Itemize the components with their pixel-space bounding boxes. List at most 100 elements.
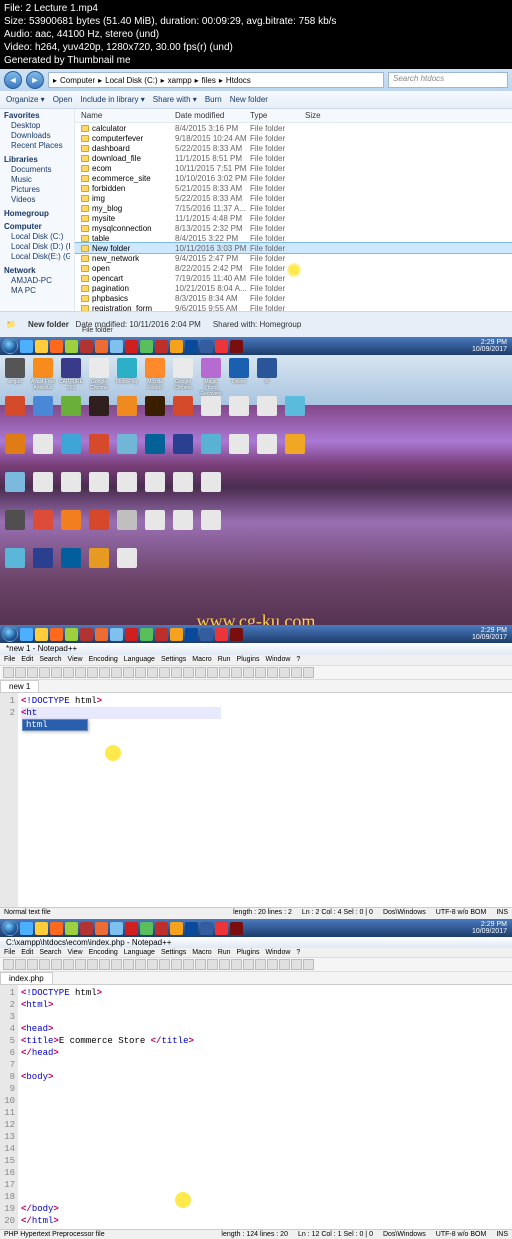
toolbar-button[interactable] — [243, 667, 254, 678]
desktop-icon[interactable]: W — [254, 358, 280, 396]
menu-item[interactable]: Run — [218, 656, 231, 664]
toolbar[interactable] — [0, 666, 512, 680]
sidebar-item[interactable]: Documents — [4, 165, 70, 175]
desktop-icon[interactable] — [58, 510, 84, 548]
toolbar-button[interactable] — [39, 959, 50, 970]
toolbar-button[interactable] — [123, 959, 134, 970]
taskbar-icon[interactable] — [185, 340, 198, 353]
sidebar-item[interactable]: Local Disk (D:) (F:) — [4, 242, 70, 252]
taskbar-icon[interactable] — [155, 628, 168, 641]
menu-item[interactable]: Encoding — [89, 656, 118, 664]
desktop-icon[interactable] — [30, 434, 56, 472]
desktop-icon[interactable]: Google Chrome — [86, 358, 112, 396]
table-row[interactable]: table8/4/2015 3:22 PMFile folder — [75, 233, 512, 243]
menu-item[interactable]: Encoding — [89, 949, 118, 956]
start-orb[interactable] — [2, 920, 18, 936]
toolbar-button[interactable] — [135, 667, 146, 678]
taskbar-icon[interactable] — [20, 340, 33, 353]
toolbar-button[interactable] — [51, 959, 62, 970]
toolbar-button[interactable] — [75, 667, 86, 678]
taskbar-icon[interactable] — [65, 340, 78, 353]
breadcrumb[interactable]: ▸ Computer ▸ Local Disk (C:) ▸ xampp ▸ f… — [48, 72, 384, 88]
table-row[interactable]: ecom10/11/2015 7:51 PMFile folder — [75, 163, 512, 173]
desktop-icon[interactable]: MoboPlay — [114, 358, 140, 396]
sidebar-item[interactable]: Pictures — [4, 185, 70, 195]
toolbar-button[interactable] — [207, 667, 218, 678]
taskbar-icon[interactable] — [95, 922, 108, 935]
desktop-icon[interactable] — [142, 510, 168, 548]
taskbar-icon[interactable] — [215, 922, 228, 935]
toolbar-button[interactable] — [147, 667, 158, 678]
desktop-icon[interactable]: Online — [226, 358, 252, 396]
menubar[interactable]: FileEditSearchViewEncodingLanguageSettin… — [0, 655, 512, 666]
desktop-icon[interactable] — [2, 396, 28, 434]
menu-item[interactable]: ? — [296, 949, 300, 956]
table-row[interactable]: phpbasics8/3/2015 8:34 AMFile folder — [75, 293, 512, 303]
toolbar-button[interactable] — [159, 667, 170, 678]
table-row[interactable]: download_file11/1/2015 8:51 PMFile folde… — [75, 153, 512, 163]
toolbar-button[interactable] — [87, 959, 98, 970]
column-header[interactable]: Date modified — [175, 111, 250, 120]
table-row[interactable]: pagination10/21/2015 8:04 A...File folde… — [75, 283, 512, 293]
menu-item[interactable]: Run — [218, 949, 231, 956]
table-row[interactable]: img5/22/2015 8:33 AMFile folder — [75, 193, 512, 203]
menu-item[interactable]: Settings — [161, 949, 186, 956]
desktop-icon[interactable] — [198, 472, 224, 510]
toolbar-button[interactable] — [3, 959, 14, 970]
toolbar-button[interactable] — [27, 959, 38, 970]
start-orb[interactable] — [2, 626, 18, 642]
taskbar-icon[interactable] — [230, 340, 243, 353]
toolbar-button[interactable] — [279, 667, 290, 678]
toolbar-button[interactable] — [195, 667, 206, 678]
toolbar-button[interactable] — [171, 667, 182, 678]
taskbar-icon[interactable] — [155, 340, 168, 353]
menu-item[interactable]: Plugins — [237, 656, 260, 664]
sidebar-item[interactable]: Local Disk (C:) — [4, 232, 70, 242]
desktop-icon[interactable] — [282, 358, 308, 396]
taskbar-icon[interactable] — [80, 628, 93, 641]
sidebar-item[interactable]: Downloads — [4, 131, 70, 141]
taskbar-icon[interactable] — [65, 628, 78, 641]
taskbar-icon[interactable] — [215, 340, 228, 353]
breadcrumb-item[interactable]: xampp — [168, 76, 192, 85]
toolbar-button[interactable] — [171, 959, 182, 970]
desktop-icon[interactable] — [86, 510, 112, 548]
taskbar-icon[interactable] — [110, 340, 123, 353]
column-header[interactable]: Size — [305, 111, 343, 120]
menu-item[interactable]: Macro — [192, 656, 211, 664]
menu-item[interactable]: Window — [266, 656, 291, 664]
toolbar-button[interactable] — [63, 667, 74, 678]
menu-item[interactable]: Edit — [21, 656, 33, 664]
sidebar-group[interactable]: Homegroup — [4, 209, 70, 218]
toolbar-button[interactable] — [303, 667, 314, 678]
sidebar-item[interactable]: MA PC — [4, 286, 70, 296]
desktop-icon[interactable] — [114, 472, 140, 510]
taskbar-icon[interactable] — [185, 628, 198, 641]
toolbar-item[interactable]: Open — [53, 95, 73, 104]
toolbar-button[interactable] — [75, 959, 86, 970]
desktop-icon[interactable] — [30, 396, 56, 434]
clock[interactable]: 2:29 PM10/09/2017 — [472, 339, 510, 353]
sidebar-item[interactable]: Videos — [4, 195, 70, 205]
taskbar-icon[interactable] — [110, 628, 123, 641]
desktop-icon[interactable] — [2, 472, 28, 510]
toolbar-button[interactable] — [123, 667, 134, 678]
sidebar-item[interactable]: Recent Places — [4, 141, 70, 151]
toolbar[interactable] — [0, 958, 512, 972]
toolbar-button[interactable] — [87, 667, 98, 678]
toolbar-button[interactable] — [99, 959, 110, 970]
forward-button[interactable]: ► — [26, 71, 44, 89]
toolbar-button[interactable] — [99, 667, 110, 678]
taskbar-icon[interactable] — [125, 340, 138, 353]
taskbar-icon[interactable] — [80, 340, 93, 353]
column-header[interactable]: Name — [75, 111, 175, 120]
table-row[interactable]: registration_form9/6/2015 9:55 AMFile fo… — [75, 303, 512, 311]
desktop-icon[interactable]: Mozilla Firefox — [142, 358, 168, 396]
toolbar-button[interactable] — [267, 667, 278, 678]
toolbar-item[interactable]: Share with ▾ — [153, 95, 197, 104]
taskbar-icon[interactable] — [125, 628, 138, 641]
desktop-icon[interactable]: Google Chrome — [170, 358, 196, 396]
taskbar-icon[interactable] — [155, 922, 168, 935]
table-row[interactable]: calculator8/4/2015 3:16 PMFile folder — [75, 123, 512, 133]
table-row[interactable]: New folder10/11/2016 3:03 PMFile folder — [75, 243, 512, 253]
